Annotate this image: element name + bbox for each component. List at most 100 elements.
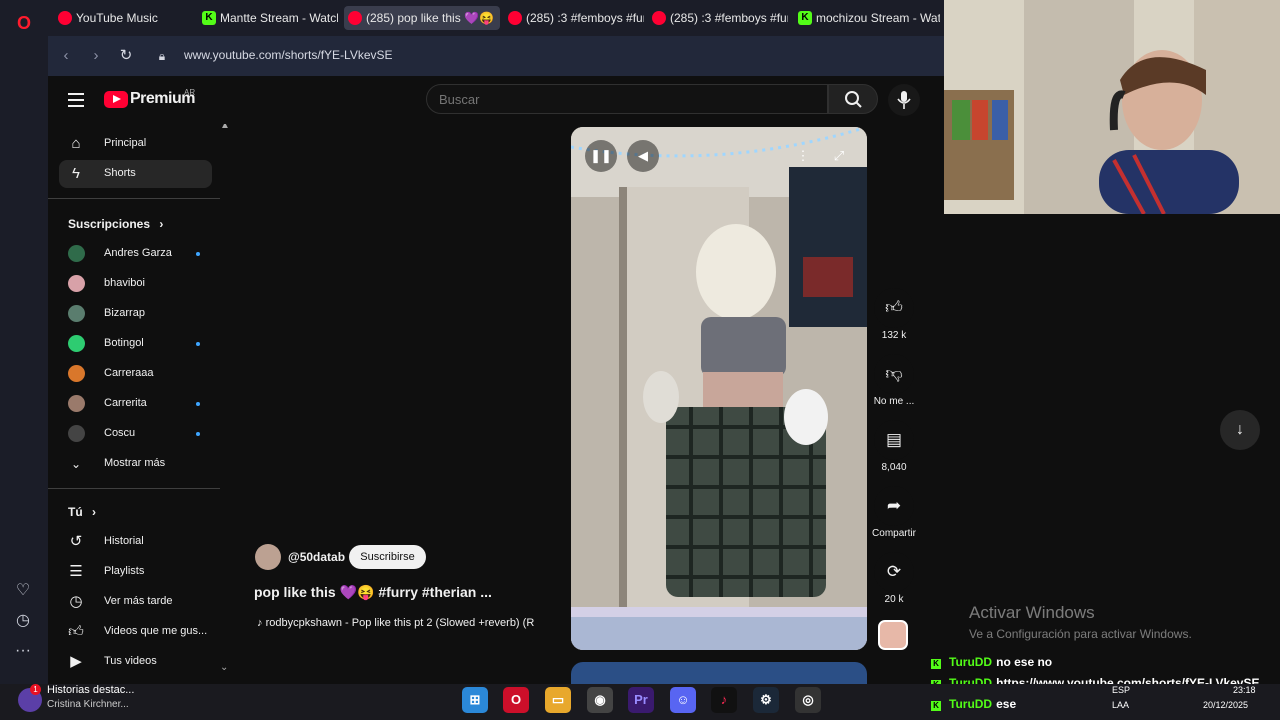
pause-button[interactable]: ❚❚ <box>585 140 617 172</box>
tab-label: (285) :3 #femboys #furr <box>526 11 644 25</box>
sidebar-item-subscription[interactable]: Bizarrap <box>59 300 212 328</box>
sidebar-item-show-more[interactable]: ⌄ Mostrar más <box>59 450 212 478</box>
forward-icon[interactable]: › <box>86 46 106 66</box>
steam-icon[interactable]: ⚙ <box>753 687 779 713</box>
url-field[interactable]: www.youtube.com/shorts/fYE-LVkevSE <box>184 48 393 62</box>
more-options-button[interactable]: ⋮ <box>787 140 819 172</box>
activate-windows-title: Activar Windows <box>969 603 1095 622</box>
sidebar-item-label: bhaviboi <box>104 277 145 289</box>
tab-label: (285) :3 #femboys #furr <box>670 11 788 25</box>
divider <box>48 488 220 489</box>
sidebar-item-liked-videos[interactable]: 👍︎ Videos que me gus... <box>59 618 212 646</box>
sidebar-item-label: Botingol <box>104 337 144 349</box>
sidebar-item-your-videos[interactable]: ▶ Tus videos <box>59 648 212 676</box>
tab-active[interactable]: (285) pop like this 💜😝 <box>344 6 500 30</box>
shorts-video-player[interactable]: ❚❚ ◀ ⋮ ⤢ <box>571 127 867 650</box>
short-title[interactable]: pop like this 💜😝 #furry #therian ... <box>254 584 492 601</box>
clock-date[interactable]: 20/12/2025 <box>1203 700 1248 710</box>
new-content-dot <box>196 342 200 346</box>
dislike-button[interactable]: 👎︎ No me ... <box>870 354 918 407</box>
scroll-up-icon[interactable]: ▲ <box>220 124 228 131</box>
browser-sidebar: O ♡ ◷ ··· <box>0 0 48 684</box>
next-video-button[interactable]: ↓ <box>1220 410 1260 450</box>
language-indicator[interactable]: ESP <box>1112 685 1130 695</box>
sidebar-item-subscription[interactable]: Carreraaa <box>59 360 212 388</box>
sidebar-item-label: Bizarrap <box>104 307 145 319</box>
tiktok-icon[interactable]: ♪ <box>711 687 737 713</box>
chevron-right-icon: › <box>159 217 164 231</box>
reload-icon[interactable]: ↻ <box>116 46 136 66</box>
expand-icon: ⤢ <box>833 148 845 163</box>
kick-icon: K <box>931 659 941 669</box>
search-button[interactable] <box>828 84 878 114</box>
tab[interactable]: K Mantte Stream - Watch <box>198 6 338 30</box>
history-icon[interactable]: ◷ <box>12 610 34 632</box>
keyboard-layout[interactable]: LAA <box>1112 700 1129 710</box>
next-short-preview[interactable] <box>571 662 867 684</box>
windows-start-icon[interactable]: ⊞ <box>462 687 488 713</box>
chat-text: ese <box>996 697 1017 711</box>
sidebar-item-principal[interactable]: ⌂ Principal <box>59 130 212 158</box>
news-title[interactable]: Historias destac... <box>47 684 134 696</box>
mic-button[interactable] <box>888 84 920 116</box>
back-icon[interactable]: ‹ <box>56 46 76 66</box>
avatar[interactable] <box>255 544 281 570</box>
microphone-icon <box>897 91 911 109</box>
opera-icon[interactable]: O <box>503 687 529 713</box>
address-bar: ‹ › ↻ 🔒︎ www.youtube.com/shorts/fYE-LVke… <box>48 36 944 76</box>
more-icon[interactable]: ··· <box>12 640 34 662</box>
app-icon[interactable]: ◎ <box>795 687 821 713</box>
search-icon <box>845 91 862 108</box>
sound-thumbnail[interactable] <box>878 620 908 650</box>
sidebar-item-subscription[interactable]: Coscu <box>59 420 212 448</box>
menu-icon[interactable] <box>68 93 84 107</box>
sidebar-item-playlists[interactable]: ☰ Playlists <box>59 558 212 586</box>
subscribe-button[interactable]: Suscribirse <box>349 545 426 569</box>
comment-icon: ▤ <box>874 420 914 460</box>
heart-icon[interactable]: ♡ <box>12 580 34 602</box>
youtube-logo-icon[interactable] <box>104 91 128 108</box>
scroll-down-icon[interactable]: ⌄ <box>220 662 228 673</box>
remix-count: 20 k <box>884 594 904 605</box>
sidebar-item-shorts[interactable]: ϟ Shorts <box>59 160 212 188</box>
sidebar-item-watch-later[interactable]: ◷ Ver más tarde <box>59 588 212 616</box>
avatar <box>68 335 85 352</box>
tab[interactable]: Kmochizou Stream - Wat <box>794 6 940 30</box>
news-subtitle[interactable]: Cristina Kirchner... <box>47 699 129 710</box>
channel-name[interactable]: @50datab <box>288 550 345 564</box>
news-badge: 1 <box>30 684 41 695</box>
tab[interactable]: (285) :3 #femboys #furr <box>648 6 788 30</box>
fullscreen-button[interactable]: ⤢ <box>823 140 855 172</box>
sidebar-item-subscription[interactable]: bhaviboi <box>59 270 212 298</box>
clock-time[interactable]: 23:18 <box>1233 685 1256 695</box>
volume-button[interactable]: ◀ <box>627 140 659 172</box>
file-explorer-icon[interactable]: ▭ <box>545 687 571 713</box>
lock-icon[interactable]: 🔒︎ <box>152 46 172 66</box>
discord-icon[interactable]: ☺ <box>670 687 696 713</box>
chat-username: TuruDD <box>949 697 993 711</box>
clock-icon: ◷ <box>69 593 83 610</box>
sidebar-item-subscription[interactable]: Botingol <box>59 330 212 358</box>
sidebar-item-subscription[interactable]: Andres Garza <box>59 240 212 268</box>
youtube-header: Premium AR <box>48 76 944 124</box>
you-label: Tú <box>68 505 83 519</box>
remix-button[interactable]: ⟳ 20 k <box>870 552 918 605</box>
tab[interactable]: (285) :3 #femboys #furr <box>504 6 644 30</box>
comments-button[interactable]: ▤ 8,040 <box>870 420 918 473</box>
tab[interactable]: YouTube Music <box>54 6 194 30</box>
share-button[interactable]: ➦ Compartir <box>870 486 918 539</box>
sidebar-item-history[interactable]: ↺ Historial <box>59 528 212 556</box>
search-input[interactable] <box>426 84 828 114</box>
sidebar-item-subscription[interactable]: Carrerita <box>59 390 212 418</box>
video-frame <box>571 127 867 650</box>
kick-icon: K <box>202 11 216 25</box>
premiere-icon[interactable]: Pr <box>628 687 654 713</box>
arrow-down-icon: ↓ <box>1236 421 1244 438</box>
like-button[interactable]: 👍︎ 132 k <box>870 288 918 341</box>
youtube-icon <box>508 11 522 25</box>
opera-logo-icon[interactable]: O <box>13 12 35 34</box>
music-info[interactable]: ♪ rodbycpkshawn - Pop like this pt 2 (Sl… <box>257 617 563 629</box>
obs-icon[interactable]: ◉ <box>587 687 613 713</box>
subscriptions-heading[interactable]: Suscripciones › <box>68 217 163 231</box>
you-heading[interactable]: Tú › <box>68 505 96 519</box>
